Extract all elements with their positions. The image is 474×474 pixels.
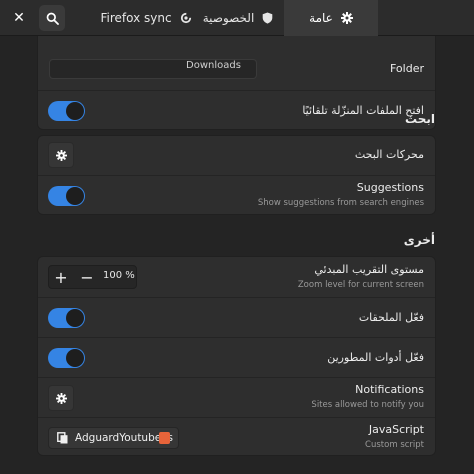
- preferences-content: Folder Downloads افتح الملفات المنزّلة ت…: [0, 36, 474, 474]
- gear-icon: [340, 12, 353, 24]
- download-folder-field[interactable]: Downloads: [49, 59, 257, 79]
- folder-row: Folder Downloads: [38, 36, 435, 90]
- sync-icon: [180, 12, 192, 24]
- header-bar: ✕ Firefox sync الخصوصية عامة: [0, 0, 474, 36]
- addons-label: فعّل الملحقات: [358, 311, 424, 324]
- close-button[interactable]: ✕: [6, 5, 32, 31]
- plus-icon: +: [54, 267, 68, 287]
- gear-icon: [55, 149, 67, 161]
- gear-icon: [55, 392, 67, 404]
- shield-icon: [262, 12, 273, 24]
- zoom-in-button[interactable]: +: [49, 266, 73, 288]
- notifications-row: Notifications Sites allowed to notify yo…: [38, 377, 435, 417]
- search-engines-settings-button[interactable]: [48, 142, 74, 168]
- open-auto-toggle[interactable]: [48, 101, 85, 121]
- tab-privacy[interactable]: الخصوصية: [192, 0, 284, 36]
- zoom-title: مستوى التقريب المبدئي: [314, 263, 424, 276]
- search-group: محركات البحث Suggestions Show suggestion…: [37, 135, 436, 215]
- other-section-title: أخرى: [403, 233, 435, 247]
- minus-icon: −: [80, 267, 94, 287]
- suggestions-row: Suggestions Show suggestions from search…: [38, 175, 435, 214]
- notifications-settings-button[interactable]: [48, 385, 74, 411]
- tab-general[interactable]: عامة: [284, 0, 378, 36]
- tab-firefox-sync[interactable]: Firefox sync: [100, 0, 192, 36]
- javascript-title: JavaScript: [368, 423, 424, 436]
- file-icon: [57, 432, 68, 444]
- folder-row-title: Folder: [390, 62, 424, 75]
- script-file-icon: [159, 432, 170, 444]
- zoom-out-button[interactable]: −: [75, 266, 99, 288]
- javascript-row: AdguardYoutube.js JavaScript Custom scri…: [38, 417, 435, 455]
- zoom-subtitle: Zoom level for current screen: [297, 280, 424, 290]
- suggestions-toggle[interactable]: [48, 186, 85, 206]
- downloads-group: Folder Downloads افتح الملفات المنزّلة ت…: [37, 36, 436, 130]
- javascript-file-button[interactable]: AdguardYoutube.js: [48, 427, 179, 449]
- close-icon: ✕: [13, 10, 25, 26]
- search-engines-row: محركات البحث: [38, 136, 435, 175]
- search-button[interactable]: [39, 5, 65, 31]
- tab-label: عامة: [309, 11, 333, 25]
- notifications-subtitle: Sites allowed to notify you: [311, 400, 424, 410]
- devtools-label: فعّل أدوات المطورين: [327, 351, 424, 364]
- other-group: + − 100 % مستوى التقريب المبدئي Zoom lev…: [37, 256, 436, 456]
- addons-toggle[interactable]: [48, 308, 85, 328]
- tab-label: Firefox sync: [100, 11, 172, 25]
- zoom-value[interactable]: 100 %: [103, 270, 135, 281]
- zoom-control: + − 100 %: [48, 265, 137, 289]
- search-section-title: ابحث: [405, 112, 435, 126]
- open-auto-row: افتح الملفات المنزّلة تلقائيًا: [38, 90, 435, 129]
- suggestions-subtitle: Show suggestions from search engines: [257, 198, 424, 208]
- folder-value: Downloads: [186, 60, 241, 71]
- addons-row: فعّل الملحقات: [38, 297, 435, 337]
- tab-label: الخصوصية: [202, 11, 255, 25]
- devtools-row: فعّل أدوات المطورين: [38, 337, 435, 377]
- search-engines-label: محركات البحث: [354, 148, 424, 161]
- suggestions-title: Suggestions: [356, 181, 424, 194]
- search-icon: [46, 12, 59, 25]
- zoom-row: + − 100 % مستوى التقريب المبدئي Zoom lev…: [38, 257, 435, 297]
- notifications-title: Notifications: [355, 383, 424, 396]
- javascript-subtitle: Custom script: [365, 440, 424, 450]
- devtools-toggle[interactable]: [48, 348, 85, 368]
